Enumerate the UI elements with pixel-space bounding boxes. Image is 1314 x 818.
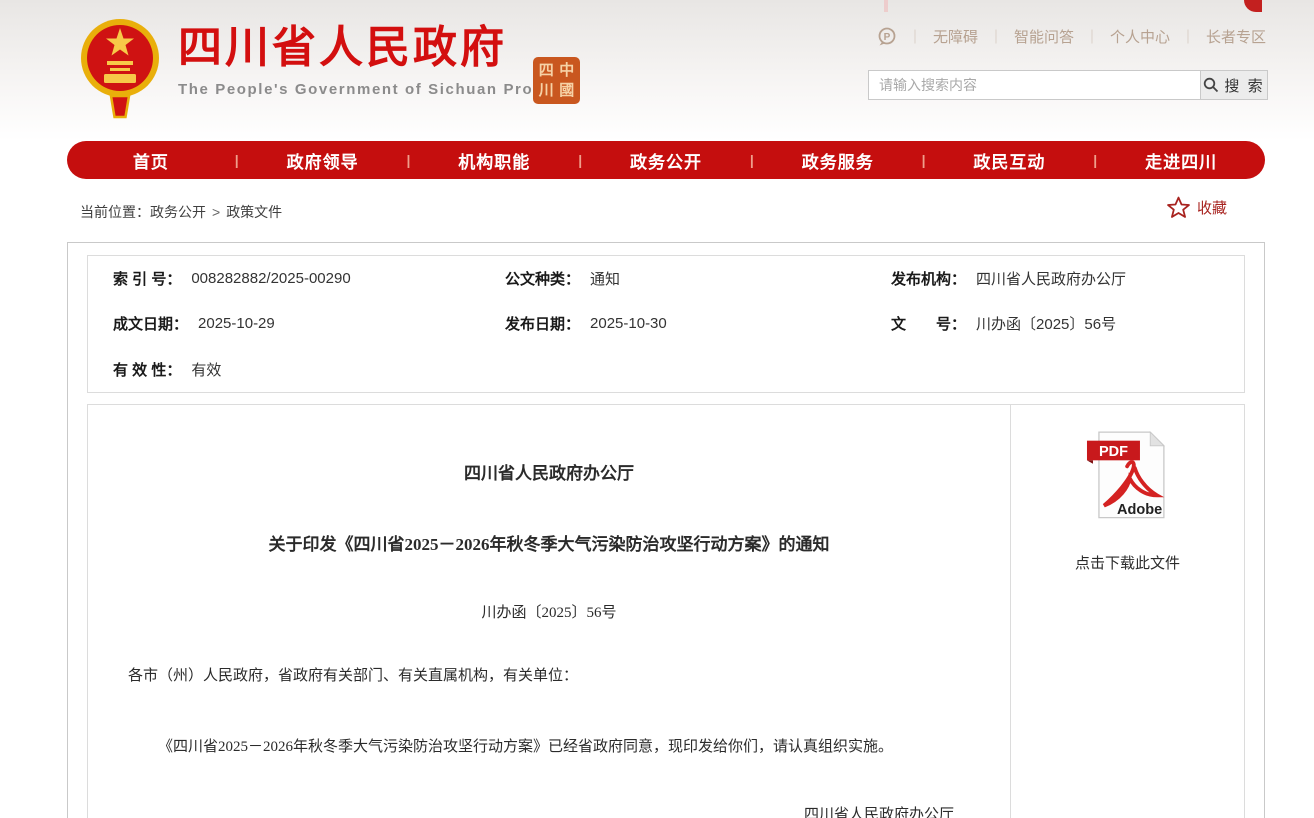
- meta-empty-cell: [866, 347, 1244, 392]
- site-title-block: 四川省人民政府 The People's Government of Sichu…: [178, 24, 580, 98]
- document-number: 川办函〔2025〕56号: [128, 601, 970, 622]
- document-text-area: 四川省人民政府办公厅 关于印发《四川省2025－2026年秋冬季大气污染防治攻坚…: [88, 405, 1010, 818]
- meta-value: 四川省人民政府办公厅: [976, 268, 1126, 289]
- decorative-streak: [884, 0, 888, 12]
- breadcrumb-separator: >: [212, 204, 220, 220]
- link-senior-zone[interactable]: 长者专区: [1206, 26, 1266, 47]
- meta-label: 有 效 性：: [113, 359, 181, 380]
- search-bar: 搜 索: [868, 70, 1268, 100]
- site-subtitle: The People's Government of Sichuan Provi…: [178, 81, 580, 98]
- search-button-label: 搜 索: [1224, 75, 1264, 96]
- page: 四川省人民政府 The People's Government of Sichu…: [0, 0, 1314, 818]
- link-smart-qa[interactable]: 智能问答: [1014, 26, 1074, 47]
- meta-label: 发布日期：: [505, 313, 580, 334]
- breadcrumb-link-policy-documents[interactable]: 政策文件: [226, 204, 282, 220]
- download-panel: PDF Adobe 点击下载此文件: [1010, 405, 1244, 818]
- meta-doc-type: 公文种类： 通知: [480, 256, 866, 301]
- seal-char: 四: [536, 60, 557, 81]
- download-file-link[interactable]: 点击下载此文件: [1011, 552, 1244, 573]
- seal-char: 川: [536, 81, 557, 102]
- nav-item-government-leaders[interactable]: 政府领导: [239, 148, 407, 173]
- seal-char: 國: [557, 81, 578, 102]
- china-sichuan-seal: 四 中 川 國: [533, 57, 580, 104]
- meta-value: 2025-10-29: [198, 315, 275, 332]
- document-salutation: 各市（州）人民政府，省政府有关部门、有关直属机构，有关单位：: [128, 664, 970, 685]
- pdf-banner-label: PDF: [1098, 444, 1127, 460]
- meta-written-date: 成文日期： 2025-10-29: [88, 301, 480, 346]
- meta-value: 2025-10-30: [590, 315, 667, 332]
- document-metadata-table: 索 引 号： 008282882/2025-00290 公文种类： 通知 发布机…: [87, 255, 1245, 393]
- utility-links: P ｜ 无障碍 ｜ 智能问答 ｜ 个人中心 ｜ 长者专区: [877, 26, 1266, 47]
- meta-value: 川办函〔2025〕56号: [976, 313, 1116, 334]
- document-signature: 四川省人民政府办公厅: [128, 803, 970, 818]
- link-divider: ｜: [1181, 27, 1195, 47]
- national-emblem-icon: [80, 14, 160, 120]
- search-button[interactable]: 搜 索: [1200, 70, 1268, 100]
- meta-publish-date: 发布日期： 2025-10-30: [480, 301, 866, 346]
- meta-value: 通知: [590, 268, 620, 289]
- breadcrumb-link-disclosure[interactable]: 政务公开: [150, 204, 206, 220]
- meta-label: 文 号：: [891, 313, 966, 334]
- favorite-label: 收藏: [1197, 197, 1227, 218]
- meta-value: 有效: [191, 359, 221, 380]
- meta-label: 索 引 号：: [113, 268, 181, 289]
- favorite-button[interactable]: 收藏: [1167, 196, 1227, 218]
- meta-empty-cell: [480, 347, 866, 392]
- document-issuing-office: 四川省人民政府办公厅: [128, 459, 970, 484]
- meta-validity: 有 效 性： 有效: [88, 347, 480, 392]
- meta-label: 发布机构：: [891, 268, 966, 289]
- breadcrumb: 当前位置：政务公开 > 政策文件: [80, 202, 282, 222]
- svg-text:P: P: [884, 32, 891, 43]
- accessibility-icon[interactable]: P: [877, 27, 897, 47]
- link-divider: ｜: [908, 27, 922, 47]
- nav-item-institutional-functions[interactable]: 机构职能: [410, 148, 578, 173]
- meta-label: 成文日期：: [113, 313, 188, 334]
- main-nav: 首页 | 政府领导 | 机构职能 | 政务公开 | 政务服务 | 政民互动 | …: [67, 141, 1265, 179]
- seal-char: 中: [557, 60, 578, 81]
- meta-issuing-org: 发布机构： 四川省人民政府办公厅: [866, 256, 1244, 301]
- search-input[interactable]: [868, 70, 1200, 100]
- pdf-file-icon[interactable]: PDF Adobe: [1085, 427, 1171, 526]
- document-paragraph: 《四川省2025－2026年秋冬季大气污染防治攻坚行动方案》已经省政府同意，现印…: [128, 735, 970, 759]
- document-content-box: 四川省人民政府办公厅 关于印发《四川省2025－2026年秋冬季大气污染防治攻坚…: [87, 404, 1245, 818]
- document-title: 关于印发《四川省2025－2026年秋冬季大气污染防治攻坚行动方案》的通知: [128, 530, 970, 555]
- meta-doc-no: 文 号： 川办函〔2025〕56号: [866, 301, 1244, 346]
- nav-item-government-affairs-disclosure[interactable]: 政务公开: [582, 148, 750, 173]
- link-personal-center[interactable]: 个人中心: [1110, 26, 1170, 47]
- star-icon: [1167, 196, 1190, 218]
- national-emblem-logo[interactable]: [80, 14, 160, 120]
- nav-item-home[interactable]: 首页: [67, 148, 235, 173]
- link-divider: ｜: [1085, 27, 1099, 47]
- adobe-label: Adobe: [1117, 502, 1162, 518]
- corner-accent-shape: [1244, 0, 1262, 12]
- link-accessibility[interactable]: 无障碍: [933, 26, 978, 47]
- meta-value: 008282882/2025-00290: [191, 270, 350, 287]
- content-container: 索 引 号： 008282882/2025-00290 公文种类： 通知 发布机…: [67, 242, 1265, 818]
- nav-item-public-interaction[interactable]: 政民互动: [926, 148, 1094, 173]
- breadcrumb-row: 当前位置：政务公开 > 政策文件 收藏: [0, 196, 1314, 232]
- site-header: 四川省人民政府 The People's Government of Sichu…: [0, 0, 1314, 141]
- meta-index-no: 索 引 号： 008282882/2025-00290: [88, 256, 480, 301]
- site-title[interactable]: 四川省人民政府: [178, 24, 580, 72]
- nav-item-government-services[interactable]: 政务服务: [754, 148, 922, 173]
- breadcrumb-prefix: 当前位置：: [80, 204, 150, 220]
- nav-item-discover-sichuan[interactable]: 走进四川: [1097, 148, 1265, 173]
- search-icon: [1203, 77, 1219, 93]
- meta-label: 公文种类：: [505, 268, 580, 289]
- link-divider: ｜: [989, 27, 1003, 47]
